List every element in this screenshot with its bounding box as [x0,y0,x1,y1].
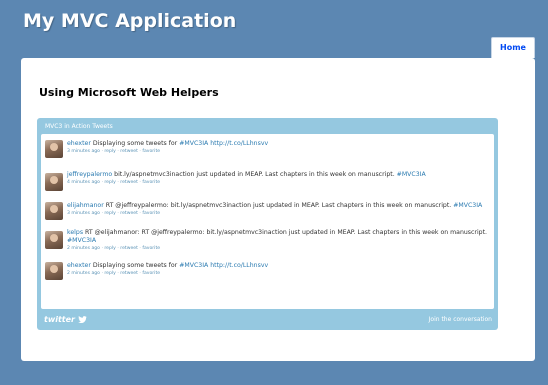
widget-footer: twitter Join the conversation [37,311,498,330]
main-content: Using Microsoft Web Helpers MVC3 in Acti… [21,58,535,361]
reply-link[interactable]: reply [104,211,116,216]
favorite-link[interactable]: favorite [142,271,160,276]
reply-link[interactable]: reply [104,246,116,251]
hashtag-link[interactable]: #MVC3IA [179,262,208,269]
user-avatar[interactable] [45,140,63,158]
favorite-link[interactable]: favorite [142,149,160,154]
retweet-link[interactable]: retweet [120,149,138,154]
tweet-time[interactable]: 3 minutes ago [67,211,100,216]
tweet-list: ehexter Displaying some tweets for #MVC3… [41,134,494,309]
join-conversation-link[interactable]: Join the conversation [429,316,492,323]
retweet-link[interactable]: retweet [120,271,138,276]
tweet-text: Displaying some tweets for [90,262,180,269]
tweet-item: elijahmanor RT @jeffreypalermo: bit.ly/a… [45,202,485,228]
tweet-text: RT @elijahmanor: RT @jeffreypalermo: bit… [83,229,488,236]
tweet-text: Displaying some tweets for [90,140,180,147]
user-avatar[interactable] [45,231,63,249]
tweet-text: bit.ly/aspnetmvc3inaction just updated i… [112,171,397,178]
hashtag-link[interactable]: #MVC3IA [179,140,208,147]
twitter-logo[interactable]: twitter [44,315,75,324]
tweet-url-link[interactable]: http://t.co/LLhnsvv [208,140,268,147]
tweet-author-link[interactable]: jeffreypalermo [67,171,112,178]
twitter-bird-icon [78,316,87,323]
reply-link[interactable]: reply [104,180,116,185]
retweet-link[interactable]: retweet [120,211,138,216]
tweet-item: jeffreypalermo bit.ly/aspnetmvc3inaction… [45,171,485,197]
user-avatar[interactable] [45,262,63,280]
retweet-link[interactable]: retweet [120,180,138,185]
retweet-link[interactable]: retweet [120,246,138,251]
nav-tab-home[interactable]: Home [491,37,535,58]
tweet-time[interactable]: 2 minutes ago [67,271,100,276]
tweet-item: kelps RT @elijahmanor: RT @jeffreypalerm… [45,229,488,261]
tweet-item: ehexter Displaying some tweets for #MVC3… [45,140,485,166]
tweet-item: ehexter Displaying some tweets for #MVC3… [45,262,485,288]
app-title: My MVC Application [23,10,237,32]
tweet-url-link[interactable]: http://t.co/LLhnsvv [208,262,268,269]
hashtag-link[interactable]: #MVC3IA [67,237,96,244]
tweet-text: RT @jeffreypalermo: bit.ly/aspnetmvc3ina… [103,202,454,209]
hashtag-link[interactable]: #MVC3IA [397,171,426,178]
favorite-link[interactable]: favorite [142,246,160,251]
favorite-link[interactable]: favorite [142,180,160,185]
tweet-author-link[interactable]: ehexter [67,140,91,147]
reply-link[interactable]: reply [104,271,116,276]
tweet-time[interactable]: 3 minutes ago [67,149,100,154]
tweet-author-link[interactable]: kelps [67,229,83,236]
user-avatar[interactable] [45,202,63,220]
hashtag-link[interactable]: #MVC3IA [453,202,482,209]
tweet-time[interactable]: 4 minutes ago [67,180,100,185]
favorite-link[interactable]: favorite [142,211,160,216]
reply-link[interactable]: reply [104,149,116,154]
tweet-time[interactable]: 2 minutes ago [67,246,100,251]
tweet-author-link[interactable]: elijahmanor [67,202,104,209]
widget-header: MVC3 in Action Tweets [45,123,113,130]
user-avatar[interactable] [45,173,63,191]
tweet-author-link[interactable]: ehexter [67,262,91,269]
page-heading: Using Microsoft Web Helpers [39,86,219,99]
twitter-widget: MVC3 in Action Tweets ehexter Displaying… [37,118,498,330]
